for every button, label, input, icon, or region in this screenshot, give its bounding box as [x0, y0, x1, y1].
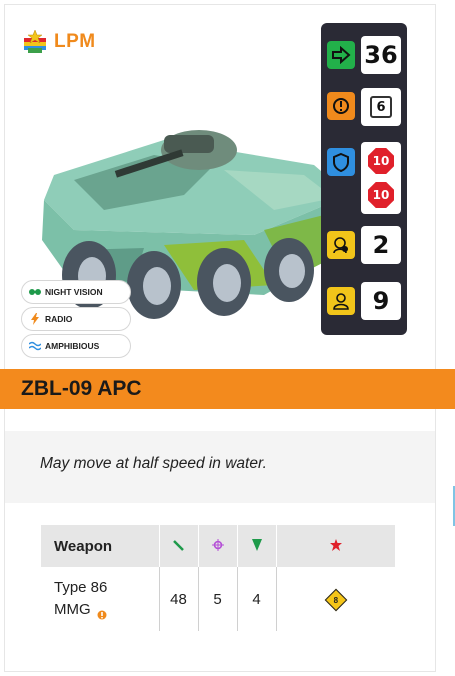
alert-gear-icon: [327, 92, 355, 120]
armor-front-value: 10: [368, 148, 394, 174]
accuracy-icon: [198, 525, 238, 567]
weapon-row: Type 86 MMG 48 5 4 8: [41, 567, 395, 631]
movement-value: 36: [361, 36, 401, 74]
stat-panel: 36 6 10 10 2 9: [321, 23, 407, 335]
trait-label: AMPHIBIOUS: [45, 341, 100, 351]
armor-values: 10 10: [361, 142, 401, 214]
weapon-column-header: Weapon: [41, 525, 160, 567]
crew-value: 2: [361, 226, 401, 264]
trait-amphibious: AMPHIBIOUS: [21, 334, 131, 358]
penetration-icon: [237, 525, 277, 567]
trait-night-vision: NIGHT VISION: [21, 280, 131, 304]
waves-icon: [29, 340, 41, 352]
weapons-table: Weapon Type 86 MMG 48 5 4 8: [41, 525, 395, 631]
armor-side-value: 10: [368, 182, 394, 208]
weapon-accuracy: 5: [198, 567, 238, 631]
description-box: May move at half speed in water.: [5, 431, 435, 503]
traits-list: NIGHT VISION RADIO AMPHIBIOUS: [21, 280, 131, 361]
trait-label: NIGHT VISION: [45, 287, 103, 297]
lightning-icon: [29, 313, 41, 325]
range-icon: [159, 525, 199, 567]
trait-radio: RADIO: [21, 307, 131, 331]
unit-description: May move at half speed in water.: [40, 455, 267, 472]
special-icon: [276, 525, 395, 567]
passengers-value: 9: [361, 282, 401, 320]
spot-value-text: 6: [370, 96, 392, 118]
special-value: 8: [333, 595, 338, 605]
weapon-penetration: 4: [237, 567, 277, 631]
trait-label: RADIO: [45, 314, 73, 324]
faction-header: LPM: [22, 29, 96, 54]
spot-value: 6: [361, 88, 401, 126]
night-vision-icon: [29, 286, 41, 298]
shield-icon: [327, 148, 355, 176]
weapon-name-cell: Type 86 MMG: [41, 567, 160, 631]
weapon-name: Type 86: [54, 579, 108, 596]
alert-gear-icon: [97, 605, 107, 620]
weapons-header-row: Weapon: [41, 525, 395, 567]
unit-name-bar: ZBL-09 APC: [0, 369, 455, 409]
weapon-name-line2: MMG: [54, 601, 91, 618]
arrow-right-icon: [327, 41, 355, 69]
faction-flag-icon: [22, 29, 48, 54]
crew-helmet-icon: [327, 231, 355, 259]
special-badge: 8: [324, 588, 348, 612]
person-icon: [327, 287, 355, 315]
faction-label: LPM: [54, 31, 96, 52]
weapon-range: 48: [159, 567, 199, 631]
unit-name: ZBL-09 APC: [21, 377, 142, 400]
weapon-special: 8: [276, 567, 395, 631]
